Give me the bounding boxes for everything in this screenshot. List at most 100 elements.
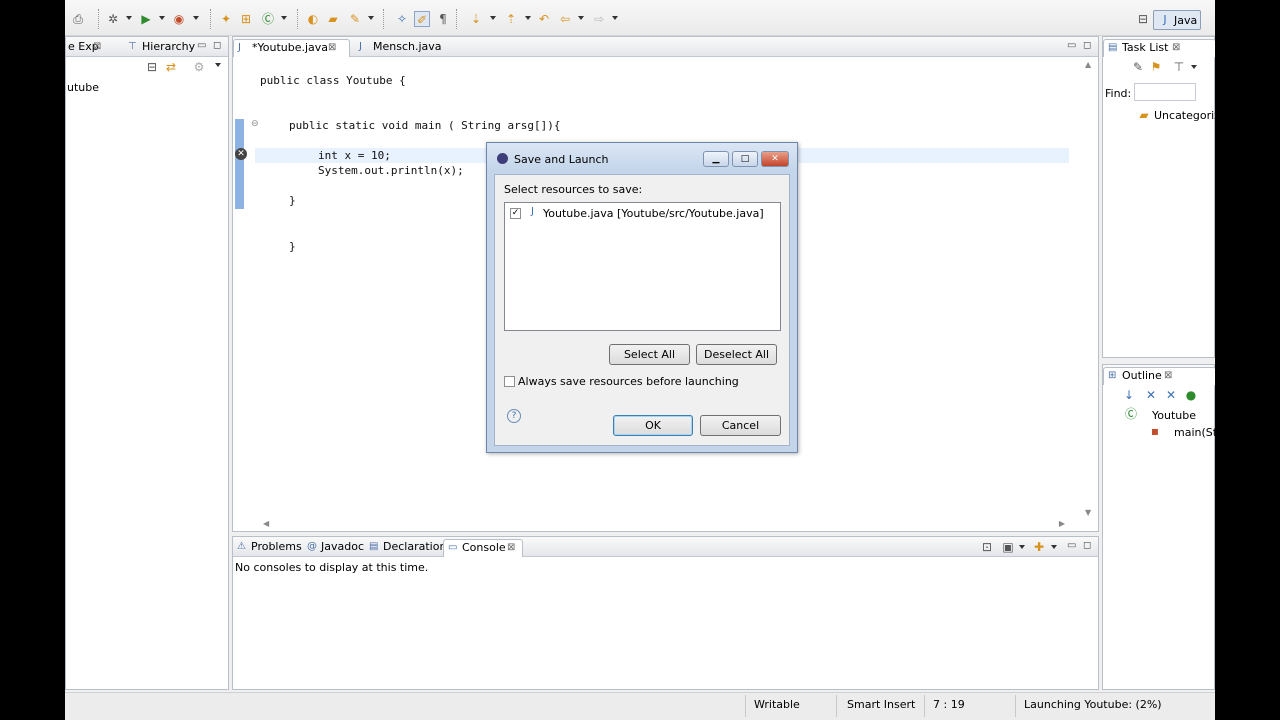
close-icon[interactable]: ⊠ — [328, 40, 336, 56]
hide-fields-icon[interactable]: ✕ — [1143, 387, 1159, 403]
tab-declaration[interactable]: ▤ Declaration — [365, 539, 446, 557]
tab-problems[interactable]: ⚠ Problems — [233, 539, 302, 557]
maximize-icon[interactable]: ◻ — [213, 40, 221, 51]
resource-item[interactable]: Youtube.java [Youtube/src/Youtube.java] — [543, 207, 764, 220]
scroll-down-icon[interactable]: ▼ — [1085, 508, 1091, 517]
code-line[interactable]: public static void main ( String arsg[])… — [289, 119, 561, 132]
run-icon[interactable]: ▶ — [138, 11, 154, 27]
new-project-icon[interactable]: ✦ — [218, 11, 234, 27]
display-console-dropdown-icon[interactable] — [1019, 545, 1025, 549]
outline-method-item[interactable]: main(Str — [1174, 426, 1215, 439]
horizontal-scrollbar[interactable]: ◀ ▶ — [255, 517, 1085, 531]
scroll-right-icon[interactable]: ▶ — [1059, 519, 1065, 528]
forward-icon[interactable]: ⇨ — [591, 11, 607, 27]
new-class-icon[interactable]: Ⓒ — [260, 11, 276, 27]
last-edit-icon[interactable]: ↶ — [536, 11, 552, 27]
tab-javadoc[interactable]: @ Javadoc — [303, 539, 364, 557]
tab-youtube-java[interactable]: J *Youtube.java ⊠ — [233, 39, 350, 57]
find-input[interactable] — [1134, 83, 1196, 101]
open-folder-icon[interactable]: ▰ — [325, 11, 341, 27]
toggle-annotation-icon[interactable]: ✧ — [394, 11, 410, 27]
external-tools-icon[interactable]: ◉ — [171, 11, 187, 27]
sort-icon[interactable]: ↓ — [1121, 387, 1137, 403]
deselect-all-button[interactable]: Deselect All — [696, 344, 777, 365]
close-icon[interactable]: ⊠ — [1164, 368, 1172, 384]
categorize-icon[interactable]: ⊤ — [1171, 59, 1187, 75]
hide-static-icon[interactable]: ✕ — [1163, 387, 1179, 403]
open-perspective-icon[interactable]: ⊟ — [1135, 11, 1151, 27]
close-icon[interactable]: ⊠ — [507, 540, 515, 556]
new-class-dropdown-icon[interactable] — [281, 16, 287, 20]
run-dropdown-icon[interactable] — [159, 16, 165, 20]
link-with-editor-icon[interactable]: ⇄ — [163, 59, 179, 75]
next-annotation-icon[interactable]: ⇣ — [468, 11, 484, 27]
search-dropdown-icon[interactable] — [368, 16, 374, 20]
pin-console-icon[interactable]: ⊡ — [979, 539, 995, 555]
fold-icon[interactable]: ⊖ — [251, 119, 259, 129]
show-whitespace-icon[interactable]: ¶ — [435, 11, 451, 27]
help-icon[interactable]: ? — [507, 409, 521, 423]
maximize-icon[interactable]: ◻ — [1083, 540, 1091, 551]
display-console-icon[interactable]: ▣ — [1000, 539, 1016, 555]
tab-outline[interactable]: ⊞ Outline ⊠ — [1103, 367, 1215, 385]
minimize-icon[interactable]: ▭ — [1067, 40, 1076, 51]
minimize-window-button[interactable]: ▁ — [703, 151, 729, 167]
code-line[interactable]: } — [289, 240, 296, 253]
open-console-dropdown-icon[interactable] — [1051, 545, 1057, 549]
new-task-icon[interactable]: ✎ — [1130, 59, 1146, 75]
back-icon[interactable]: ⇦ — [557, 11, 573, 27]
previous-annotation-dropdown-icon[interactable] — [525, 16, 531, 20]
ok-button[interactable]: OK — [613, 415, 693, 436]
new-package-icon[interactable]: ⊞ — [238, 11, 254, 27]
debug-dropdown-icon[interactable] — [126, 16, 132, 20]
scroll-left-icon[interactable]: ◀ — [263, 519, 269, 528]
debug-icon[interactable]: ✲ — [105, 11, 121, 27]
category-item[interactable]: Uncategoriz — [1154, 109, 1215, 122]
tab-console[interactable]: ▭ Console ⊠ — [443, 539, 523, 557]
code-line[interactable]: public class Youtube { — [260, 74, 406, 87]
minimize-icon[interactable]: ▭ — [197, 40, 206, 51]
code-line[interactable]: } — [289, 194, 296, 207]
code-line[interactable]: int x = 10; — [318, 149, 391, 162]
tab-task-list[interactable]: ▤ Task List ⊠ — [1103, 39, 1215, 57]
maximize-window-button[interactable]: □ — [732, 151, 758, 167]
categorize-dropdown-icon[interactable] — [1191, 65, 1197, 69]
close-icon[interactable]: ⊠ — [93, 39, 101, 55]
print-icon[interactable]: ⎙ — [70, 11, 86, 27]
hide-nonpublic-icon[interactable]: ● — [1183, 387, 1199, 403]
tab-package-explorer[interactable]: e Exp ⊠ — [66, 39, 101, 57]
previous-annotation-icon[interactable]: ⇡ — [503, 11, 519, 27]
close-icon[interactable]: ⊠ — [1172, 40, 1180, 56]
always-save-label[interactable]: Always save resources before launching — [518, 375, 739, 388]
view-menu-dropdown-icon[interactable] — [215, 63, 221, 67]
forward-dropdown-icon[interactable] — [612, 16, 618, 20]
outline-class-item[interactable]: Youtube — [1152, 409, 1196, 422]
resource-checkbox[interactable]: ✓ — [510, 208, 521, 219]
error-icon[interactable]: ✕ — [235, 148, 247, 160]
status-progress[interactable]: Launching Youtube: (2%) — [1024, 698, 1162, 711]
filter-icon[interactable]: ⚑ — [1148, 59, 1164, 75]
close-window-button[interactable]: ✕ — [761, 151, 789, 167]
dialog-titlebar[interactable]: Save and Launch ▁ □ ✕ — [487, 143, 797, 173]
view-menu-icon[interactable]: ⚙ — [191, 59, 207, 75]
back-dropdown-icon[interactable] — [578, 16, 584, 20]
maximize-icon[interactable]: ◻ — [1083, 40, 1091, 51]
external-tools-dropdown-icon[interactable] — [193, 16, 199, 20]
scroll-up-icon[interactable]: ▲ — [1085, 60, 1091, 69]
search-icon[interactable]: ✎ — [347, 11, 363, 27]
always-save-checkbox[interactable] — [504, 376, 515, 387]
mark-occurrences-icon[interactable]: ✐ — [414, 11, 430, 27]
tab-hierarchy[interactable]: ⊤ Hierarchy — [124, 39, 195, 57]
cancel-button[interactable]: Cancel — [700, 415, 781, 436]
project-tree-item[interactable]: utube — [67, 81, 99, 94]
collapse-all-icon[interactable]: ⊟ — [144, 59, 160, 75]
next-annotation-dropdown-icon[interactable] — [490, 16, 496, 20]
open-type-icon[interactable]: ◐ — [305, 11, 321, 27]
tab-mensch-java[interactable]: J Mensch.java — [355, 39, 442, 57]
select-all-button[interactable]: Select All — [609, 344, 690, 365]
minimize-icon[interactable]: ▭ — [1067, 540, 1076, 551]
code-line[interactable]: System.out.println(x); — [318, 164, 464, 177]
java-perspective-button[interactable]: J Java — [1153, 10, 1201, 30]
open-console-icon[interactable]: ✚ — [1031, 539, 1047, 555]
vertical-scrollbar[interactable]: ▲ ▼ — [1081, 57, 1098, 517]
